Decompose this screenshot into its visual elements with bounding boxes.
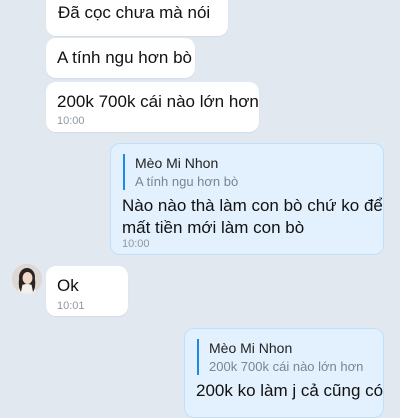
message-text: 200k 700k cái nào lớn hơn	[57, 92, 259, 111]
message-bubble-incoming[interactable]: Ok 10:01	[46, 266, 128, 316]
quote-author: Mèo Mi Nhon	[209, 340, 293, 356]
quote-author: Mèo Mi Nhon	[135, 155, 219, 171]
message-bubble-outgoing[interactable]: Mèo Mi Nhon A tính ngu hơn bò Nào nào th…	[110, 143, 384, 255]
reply-quote[interactable]: Mèo Mi Nhon 200k 700k cái nào lớn hơn	[197, 339, 363, 375]
sender-avatar[interactable]	[12, 264, 42, 294]
reply-quote[interactable]: Mèo Mi Nhon A tính ngu hơn bò	[123, 154, 238, 190]
message-bubble-incoming[interactable]: Đã cọc chưa mà nói	[46, 0, 228, 36]
user-avatar-photo-icon	[12, 264, 42, 294]
message-text: Ok	[57, 276, 79, 295]
message-timestamp: 10:00	[122, 238, 150, 250]
message-bubble-outgoing[interactable]: Mèo Mi Nhon 200k 700k cái nào lớn hơn 20…	[184, 328, 384, 418]
chat-message-list: Đã cọc chưa mà nói A tính ngu hơn bò 200…	[0, 0, 400, 418]
message-timestamp: 10:01	[57, 300, 85, 312]
message-bubble-incoming[interactable]: 200k 700k cái nào lớn hơn 10:00	[46, 82, 259, 132]
quote-text: 200k 700k cái nào lớn hơn	[209, 359, 364, 374]
message-bubble-incoming[interactable]: A tính ngu hơn bò	[46, 38, 195, 78]
message-text-line-2: mất tiền mới làm con bò	[122, 218, 305, 237]
message-text: A tính ngu hơn bò	[57, 48, 192, 67]
quote-text: A tính ngu hơn bò	[135, 174, 239, 189]
message-text: Đã cọc chưa mà nói	[58, 3, 211, 22]
message-text: 200k ko làm j cả cũng có	[196, 381, 384, 400]
message-timestamp: 10:00	[57, 115, 85, 127]
message-text-line-1: Nào nào thà làm con bò chứ ko để	[122, 196, 383, 215]
